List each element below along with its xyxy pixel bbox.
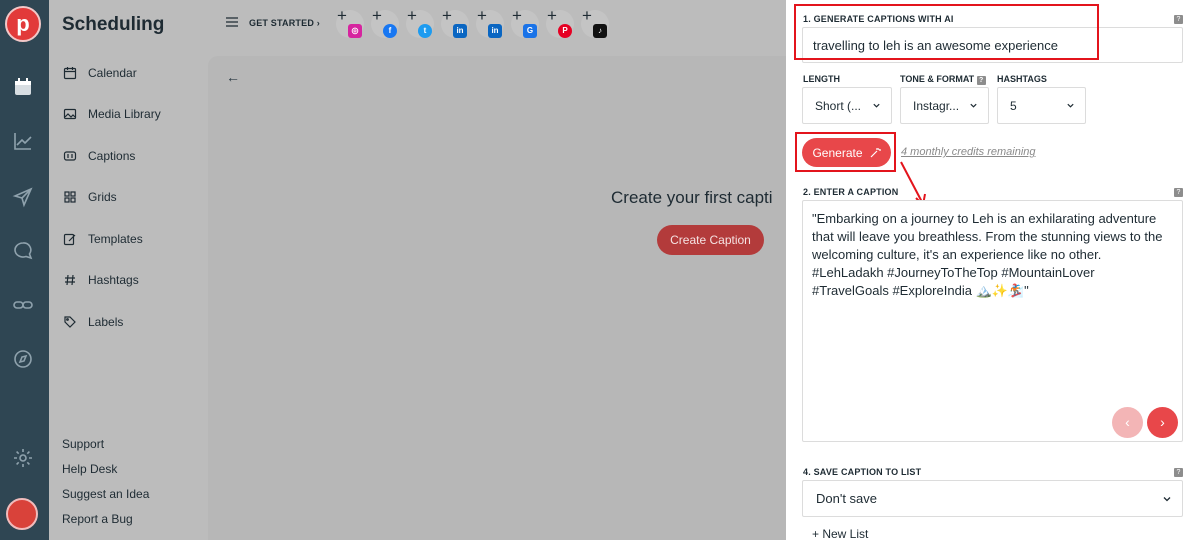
plus-icon: +	[337, 6, 347, 25]
add-linkedin-account[interactable]: + in	[441, 6, 469, 38]
plus-icon: +	[582, 6, 592, 25]
link-icon[interactable]	[12, 294, 34, 316]
google-business-icon: G	[523, 24, 537, 38]
sidebar-item-media-library[interactable]: Media Library	[63, 104, 161, 124]
sidebar-item-label: Hashtags	[88, 273, 139, 287]
hashtags-label: HASHTAGS	[997, 74, 1047, 84]
calendar-icon[interactable]	[12, 76, 34, 98]
chevron-down-icon	[1163, 496, 1171, 501]
app-logo[interactable]: p	[5, 6, 41, 42]
edit-icon	[63, 232, 77, 246]
add-facebook-account[interactable]: + f	[371, 6, 399, 38]
length-select[interactable]: Short (...	[802, 87, 892, 124]
icon-rail: p	[0, 0, 49, 540]
new-list-button[interactable]: + New List	[812, 527, 868, 540]
section-title: Scheduling	[62, 14, 165, 35]
sidebar-item-captions[interactable]: Captions	[63, 146, 135, 166]
hashtags-select[interactable]: 5	[997, 87, 1086, 124]
sidebar-item-label: Grids	[88, 190, 117, 204]
chevron-down-icon	[873, 103, 880, 108]
chevron-down-icon	[970, 103, 977, 108]
tiktok-icon: ♪	[593, 24, 607, 38]
length-label: LENGTH	[803, 74, 840, 84]
facebook-icon: f	[383, 24, 397, 38]
add-google-business-account[interactable]: + G	[511, 6, 539, 38]
calendar-icon	[63, 66, 77, 80]
grid-icon	[63, 190, 77, 204]
caption-textarea[interactable]: "Embarking on a journey to Leh is an exh…	[802, 200, 1183, 442]
sidebar-item-label: Captions	[88, 149, 136, 163]
help-icon[interactable]: ?	[1174, 188, 1183, 197]
image-icon	[63, 107, 77, 121]
back-arrow-icon[interactable]: ←	[226, 69, 240, 85]
caption-icon	[63, 149, 77, 163]
sidebar-item-label: Labels	[88, 315, 124, 329]
content-card: ← Create your first capti Create Caption	[208, 56, 786, 540]
linkedin-icon: in	[453, 24, 467, 38]
sidebar-item-hashtags[interactable]: Hashtags	[63, 270, 139, 290]
sidebar-item-calendar[interactable]: Calendar	[63, 63, 137, 83]
sidebar-item-templates[interactable]: Templates	[63, 229, 143, 249]
get-started-link[interactable]: GET STARTED ›	[249, 18, 320, 28]
sidebar-item-grids[interactable]: Grids	[63, 187, 117, 207]
annotation-box	[794, 4, 1099, 60]
linkedin-icon: in	[488, 24, 502, 38]
report-bug-link[interactable]: Report a Bug	[62, 512, 133, 526]
sidebar: Scheduling Calendar Media Library Captio…	[49, 0, 208, 540]
twitter-icon: t	[418, 24, 432, 38]
previous-caption-button[interactable]: ‹	[1112, 407, 1143, 438]
add-twitter-account[interactable]: + t	[406, 6, 434, 38]
help-icon[interactable]: ?	[976, 76, 986, 85]
tag-icon	[63, 315, 77, 329]
hashtag-icon	[63, 273, 77, 287]
sidebar-item-labels[interactable]: Labels	[63, 312, 123, 332]
add-instagram-account[interactable]: + ◎	[336, 6, 364, 38]
tone-format-label: TONE & FORMAT ?	[900, 74, 986, 85]
chat-icon[interactable]	[12, 240, 34, 262]
empty-state-title: Create your first capti	[611, 188, 773, 207]
help-icon[interactable]: ?	[1174, 468, 1183, 477]
menu-icon[interactable]	[225, 15, 239, 29]
section-caption-label: 2. ENTER A CAPTION	[803, 187, 899, 197]
help-icon[interactable]: ?	[1174, 15, 1183, 24]
annotation-box	[795, 132, 896, 172]
instagram-icon: ◎	[348, 24, 362, 38]
plus-icon: +	[477, 6, 487, 25]
sidebar-item-label: Templates	[88, 232, 143, 246]
save-list-select[interactable]: Don't save	[802, 480, 1183, 517]
main-area: ← Create your first capti Create Caption	[208, 56, 786, 540]
top-header: GET STARTED › + ◎ + f + t + in + in + G …	[208, 0, 786, 56]
create-caption-button[interactable]: Create Caption	[657, 225, 764, 255]
send-icon[interactable]	[12, 186, 34, 208]
avatar[interactable]	[6, 498, 38, 530]
suggest-idea-link[interactable]: Suggest an Idea	[62, 487, 149, 501]
chevron-down-icon	[1067, 103, 1074, 108]
sidebar-item-label: Media Library	[88, 107, 161, 121]
settings-icon[interactable]	[12, 447, 34, 469]
section-save-label: 4. SAVE CAPTION TO LIST	[803, 467, 922, 477]
pinterest-icon: P	[558, 24, 572, 38]
plus-icon: +	[442, 6, 452, 25]
plus-icon: +	[547, 6, 557, 25]
add-tiktok-account[interactable]: + ♪	[581, 6, 609, 38]
compass-icon[interactable]	[12, 348, 34, 370]
plus-icon: +	[407, 6, 417, 25]
add-linkedin-page-account[interactable]: + in	[476, 6, 504, 38]
analytics-icon[interactable]	[12, 130, 34, 152]
tone-format-select[interactable]: Instagr...	[900, 87, 989, 124]
sidebar-item-label: Calendar	[88, 66, 137, 80]
plus-icon: +	[372, 6, 382, 25]
help-desk-link[interactable]: Help Desk	[62, 462, 117, 476]
next-caption-button[interactable]: ›	[1147, 407, 1178, 438]
credits-remaining[interactable]: 4 monthly credits remaining	[901, 146, 1036, 158]
plus-icon: +	[512, 6, 522, 25]
add-pinterest-account[interactable]: + P	[546, 6, 574, 38]
support-link[interactable]: Support	[62, 437, 104, 451]
caption-generator-panel: 1. GENERATE CAPTIONS WITH AI ? LENGTH TO…	[786, 0, 1200, 540]
